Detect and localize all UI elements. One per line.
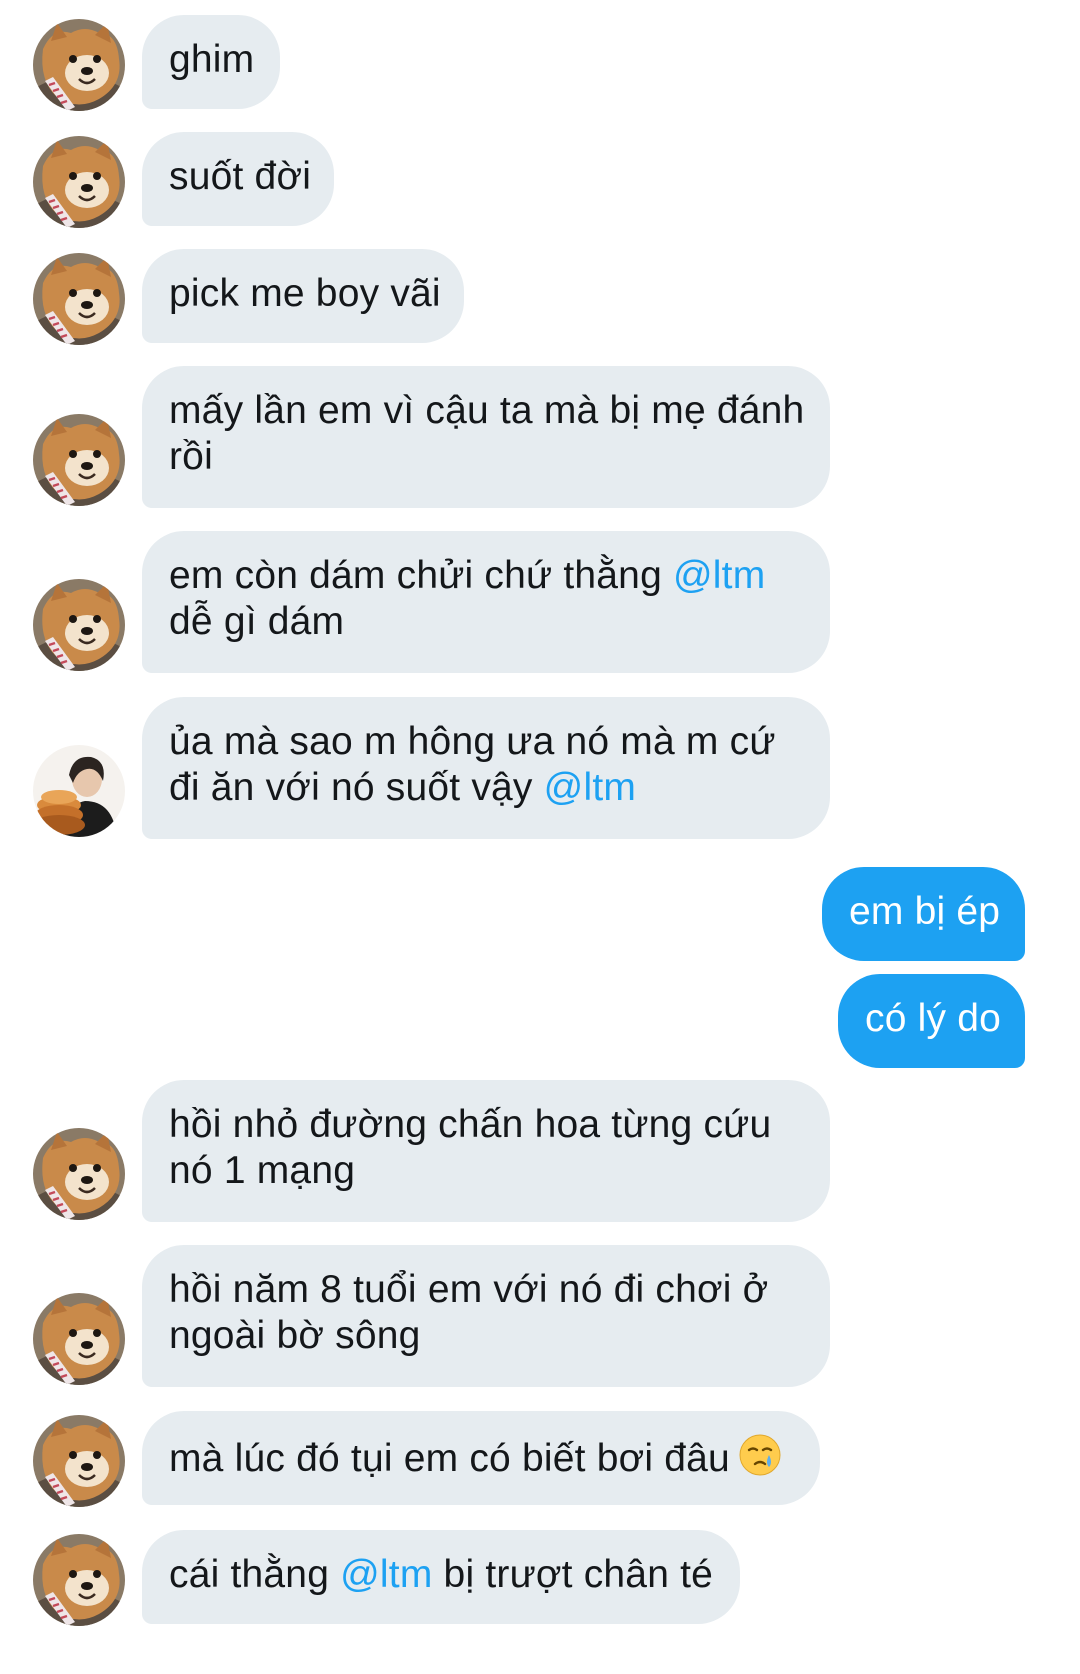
shiba-dog-avatar[interactable] bbox=[33, 253, 125, 345]
message-text-line: dễ gì dám bbox=[169, 600, 345, 643]
message-bubble: ủa mà sao m hông ưa nó mà m cứ đi ăn với… bbox=[142, 697, 830, 839]
message-text: em bị ép bbox=[849, 890, 1001, 933]
message-bubble-outgoing: em bị ép bbox=[822, 867, 1025, 961]
message-text-line: mấy lần em vì cậu ta mà bị mẹ đánh bbox=[169, 389, 805, 432]
message-text: ghim bbox=[169, 38, 255, 81]
message-bubble: mấy lần em vì cậu ta mà bị mẹ đánh rồi bbox=[142, 366, 830, 508]
message-text-line: hồi nhỏ đường chấn hoa từng cứu bbox=[169, 1103, 772, 1146]
message-bubble-outgoing: có lý do bbox=[838, 974, 1025, 1068]
shiba-dog-avatar[interactable] bbox=[33, 136, 125, 228]
message-text-line: rồi bbox=[169, 435, 213, 478]
message-bubble: ghim bbox=[142, 15, 280, 109]
message-bubble: pick me boy vãi bbox=[142, 249, 464, 343]
mention-link[interactable]: @ltm bbox=[673, 554, 765, 597]
message-bubble: hồi năm 8 tuổi em với nó đi chơi ở ngoài… bbox=[142, 1245, 830, 1387]
mention-link[interactable]: @ltm bbox=[544, 766, 636, 809]
person-cake-avatar[interactable] bbox=[33, 745, 125, 837]
message-text-line: đi ăn với nó suốt vậy @ltm bbox=[169, 765, 802, 811]
message-text: đi ăn với nó suốt vậy bbox=[169, 766, 544, 809]
message-bubble: mà lúc đó tụi em có biết bơi đâu bbox=[142, 1411, 820, 1505]
message-text-line: ngoài bờ sông bbox=[169, 1314, 421, 1357]
message-text: mà lúc đó tụi em có biết bơi đâu bbox=[169, 1437, 730, 1480]
message-text-line: em còn dám chửi chứ thằng @ltm bbox=[169, 553, 802, 599]
message-text: em còn dám chửi chứ thằng bbox=[169, 554, 673, 597]
message-text: pick me boy vãi bbox=[169, 272, 441, 315]
message-bubble: em còn dám chửi chứ thằng @ltm dễ gì dám bbox=[142, 531, 830, 673]
message-text: có lý do bbox=[865, 997, 1002, 1040]
message-text: cái thằng bbox=[169, 1553, 341, 1596]
message-text-line: ủa mà sao m hông ưa nó mà m cứ bbox=[169, 720, 776, 763]
message-text: bị trượt chân té bbox=[432, 1553, 714, 1596]
shiba-dog-avatar[interactable] bbox=[33, 19, 125, 111]
mention-link[interactable]: @ltm bbox=[340, 1553, 432, 1596]
message-bubble: suốt đời bbox=[142, 132, 334, 226]
shiba-dog-avatar[interactable] bbox=[33, 1128, 125, 1220]
shiba-dog-avatar[interactable] bbox=[33, 1293, 125, 1385]
message-text-line: nó 1 mạng bbox=[169, 1149, 356, 1192]
message-text: suốt đời bbox=[169, 155, 312, 198]
shiba-dog-avatar[interactable] bbox=[33, 579, 125, 671]
shiba-dog-avatar[interactable] bbox=[33, 1415, 125, 1507]
shiba-dog-avatar[interactable] bbox=[33, 414, 125, 506]
shiba-dog-avatar[interactable] bbox=[33, 1534, 125, 1626]
crying-face-emoji bbox=[738, 1433, 782, 1477]
message-text-line: hồi năm 8 tuổi em với nó đi chơi ở bbox=[169, 1268, 769, 1311]
message-bubble: cái thằng @ltm bị trượt chân té bbox=[142, 1530, 740, 1624]
message-bubble: hồi nhỏ đường chấn hoa từng cứu nó 1 mạn… bbox=[142, 1080, 830, 1222]
